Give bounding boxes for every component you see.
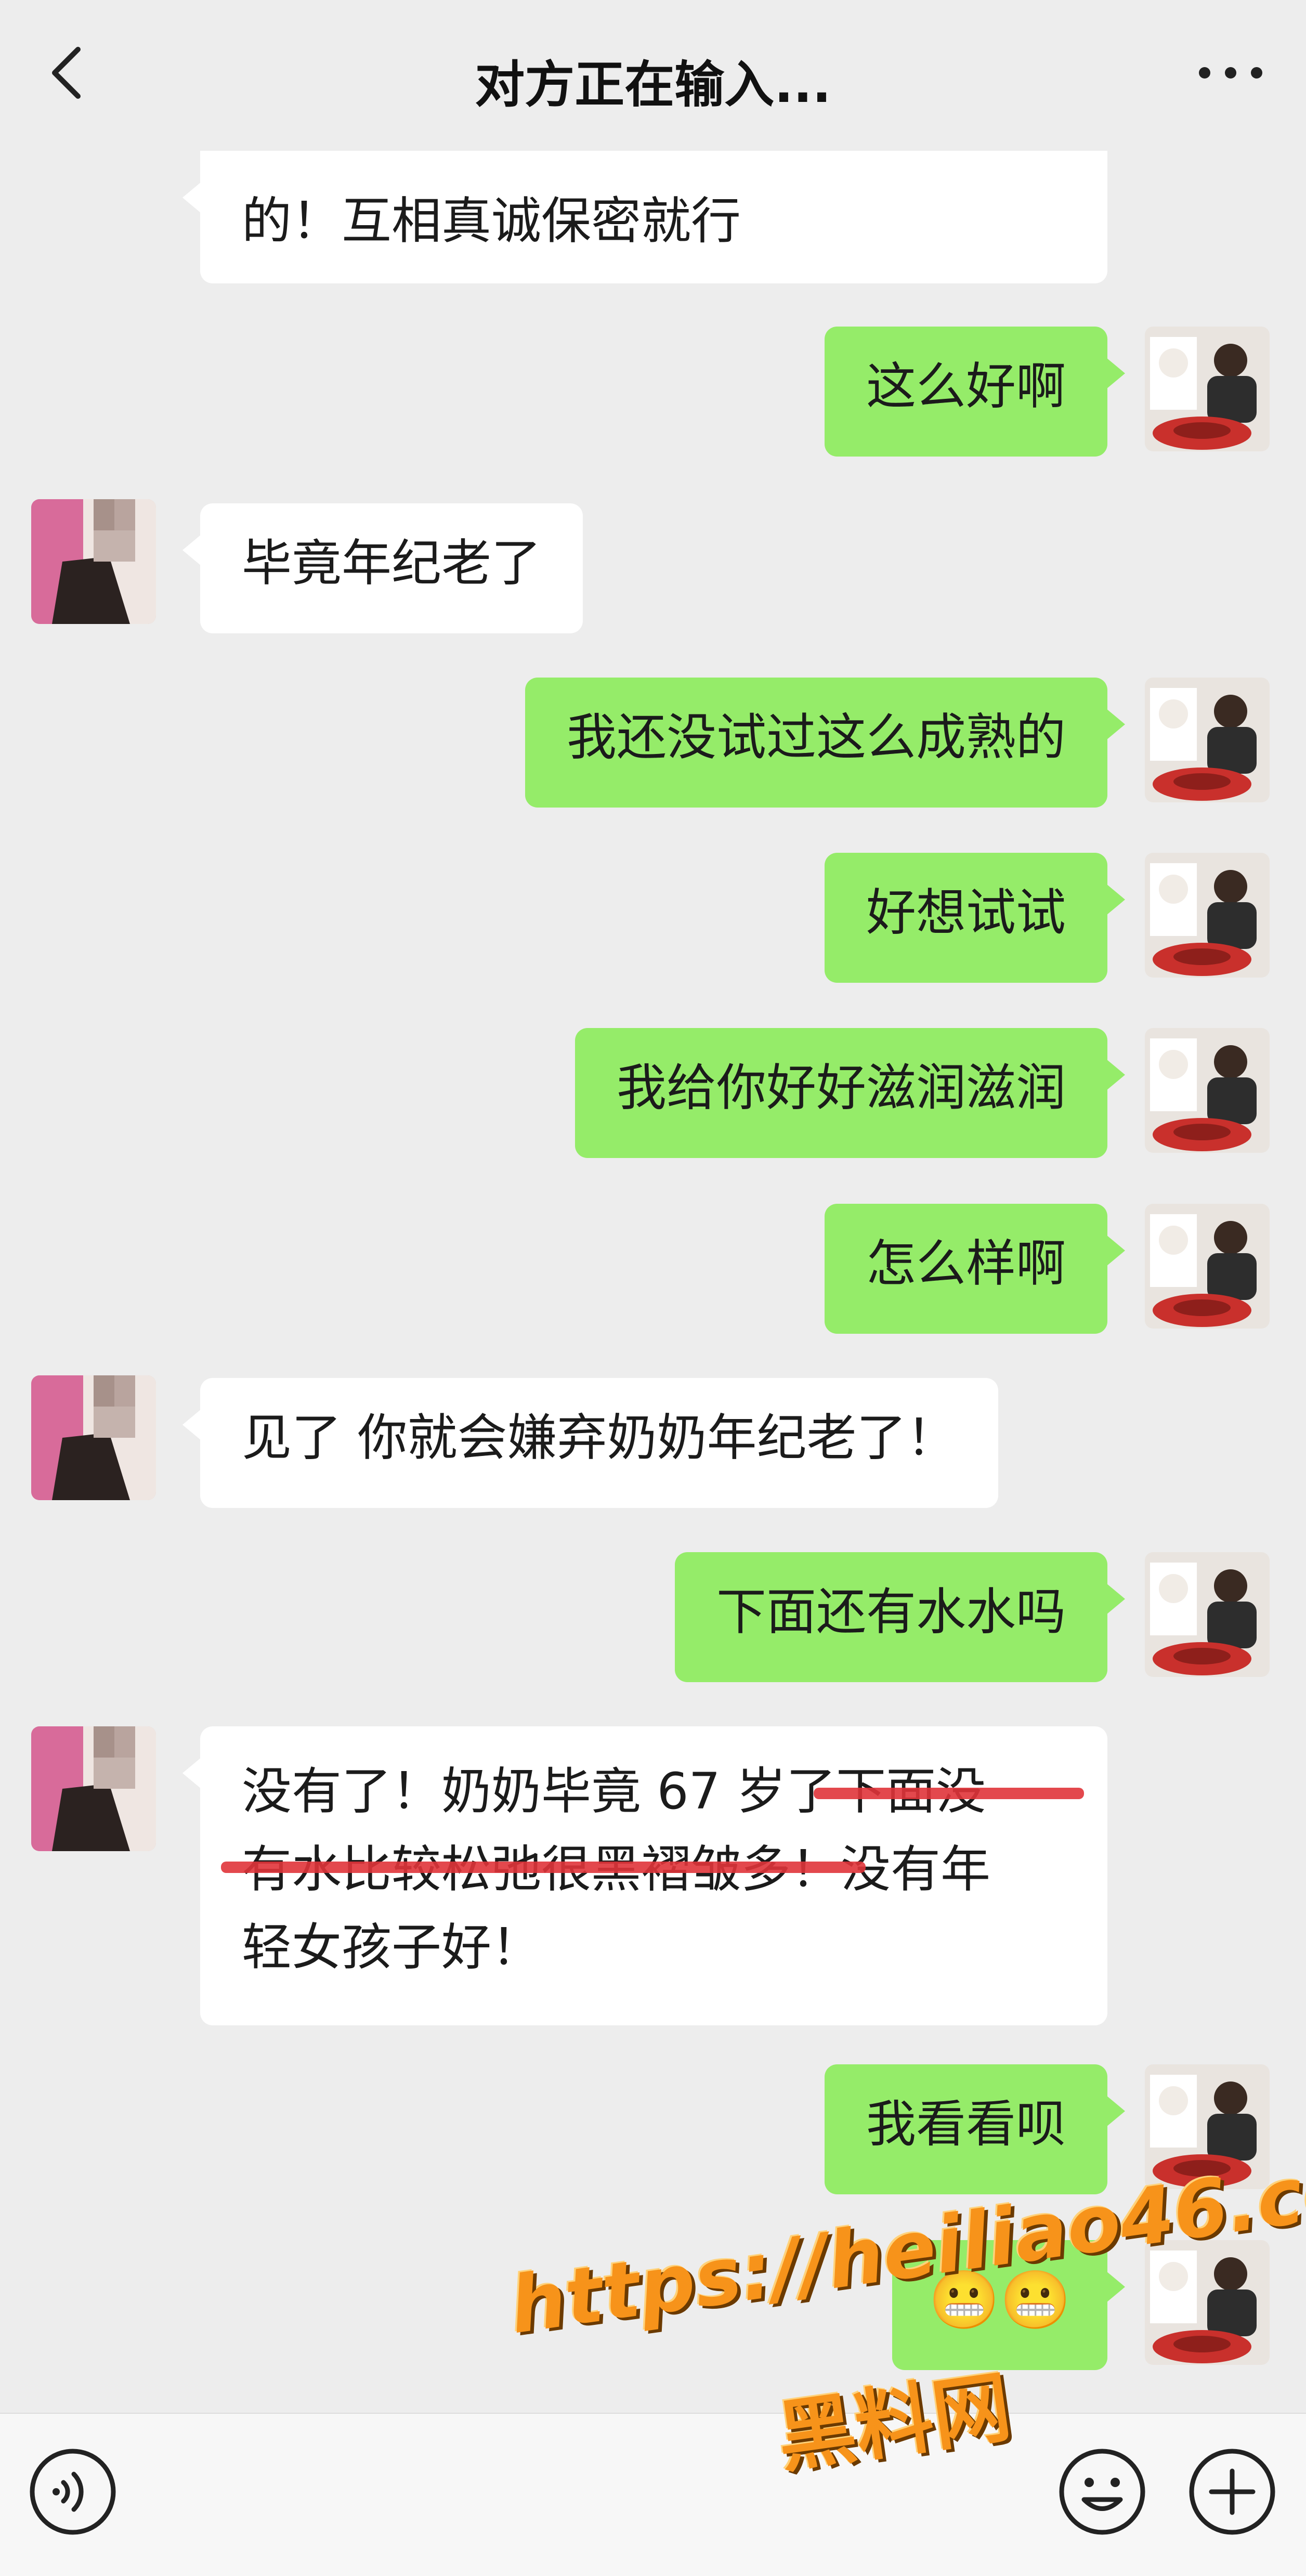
redaction-strike xyxy=(814,1788,1084,1799)
peer-avatar[interactable] xyxy=(31,1726,156,1851)
message-bubble-received[interactable]: 见了 你就会嫌弃奶奶年纪老了！ xyxy=(182,1378,998,1508)
message-text: 我还没试过这么成熟的 xyxy=(567,708,1066,766)
message-bubble-received[interactable]: 的！互相真诚保密就行 xyxy=(182,151,1107,283)
self-avatar[interactable] xyxy=(1145,327,1270,451)
message-bubble-sent[interactable]: 好想试试 xyxy=(825,853,1125,983)
self-avatar-image xyxy=(1145,1552,1270,1677)
message-list[interactable]: 的！互相真诚保密就行 这么好啊 毕竟年纪老了 我还没试过这么成熟的 好想试试 我… xyxy=(0,151,1306,2413)
more-options-icon[interactable] xyxy=(1192,52,1270,94)
peer-avatar-image xyxy=(31,1726,156,1851)
message-text: 下面还有水水吗 xyxy=(716,1583,1066,1641)
peer-avatar-image xyxy=(31,1375,156,1500)
message-bubble-sent[interactable]: 我看看呗 xyxy=(825,2064,1125,2194)
message-text: 我看看呗 xyxy=(866,2095,1066,2153)
message-text: 我给你好好滋润滋润 xyxy=(617,1059,1066,1117)
message-bubble-sent[interactable]: 怎么样啊 xyxy=(825,1204,1125,1334)
message-text: 好想试试 xyxy=(866,883,1066,942)
message-bubble-sent[interactable]: 这么好啊 xyxy=(825,327,1125,457)
message-line: 轻女孩子好！ xyxy=(242,1918,541,1976)
chat-title: 对方正在输入... xyxy=(475,56,831,114)
watermark-site-name: 黑料网 xyxy=(772,2362,1016,2484)
peer-avatar[interactable] xyxy=(31,1375,156,1500)
peer-avatar[interactable] xyxy=(31,499,156,624)
self-avatar[interactable] xyxy=(1145,1552,1270,1677)
message-bubble-sent[interactable]: 我给你好好滋润滋润 xyxy=(575,1028,1125,1158)
self-avatar-image xyxy=(1145,678,1270,802)
self-avatar-image xyxy=(1145,853,1270,978)
self-avatar[interactable] xyxy=(1145,678,1270,802)
self-avatar-image xyxy=(1145,1028,1270,1153)
redaction-strike xyxy=(221,1862,866,1873)
self-avatar[interactable] xyxy=(1145,1204,1270,1329)
self-avatar-image xyxy=(1145,327,1270,451)
message-bubble-sent[interactable]: 我还没试过这么成熟的 xyxy=(525,678,1125,808)
self-avatar-image xyxy=(1145,1204,1270,1329)
message-bubble-sent[interactable]: 下面还有水水吗 xyxy=(675,1552,1125,1682)
peer-avatar-image xyxy=(31,499,156,624)
message-text: 怎么样啊 xyxy=(866,1234,1066,1293)
chat-header: 对方正在输入... xyxy=(0,0,1306,151)
message-text: 毕竟年纪老了 xyxy=(242,534,541,592)
self-avatar[interactable] xyxy=(1145,853,1270,978)
voice-input-icon[interactable] xyxy=(26,2445,120,2539)
message-text: 的！互相真诚保密就行 xyxy=(242,192,741,250)
message-bubble-received[interactable]: 没有了！奶奶毕竟 67 岁了下面没 有水比较松弛很黑褶皱多！没有年 轻女孩子好！ xyxy=(182,1726,1107,2025)
watermark: https://heiliao46.com 黑料网 xyxy=(494,2132,1306,2517)
message-bubble-received[interactable]: 毕竟年纪老了 xyxy=(182,503,583,633)
self-avatar[interactable] xyxy=(1145,1028,1270,1153)
message-text: 这么好啊 xyxy=(866,357,1066,415)
message-text: 见了 你就会嫌弃奶奶年纪老了！ xyxy=(242,1409,957,1467)
